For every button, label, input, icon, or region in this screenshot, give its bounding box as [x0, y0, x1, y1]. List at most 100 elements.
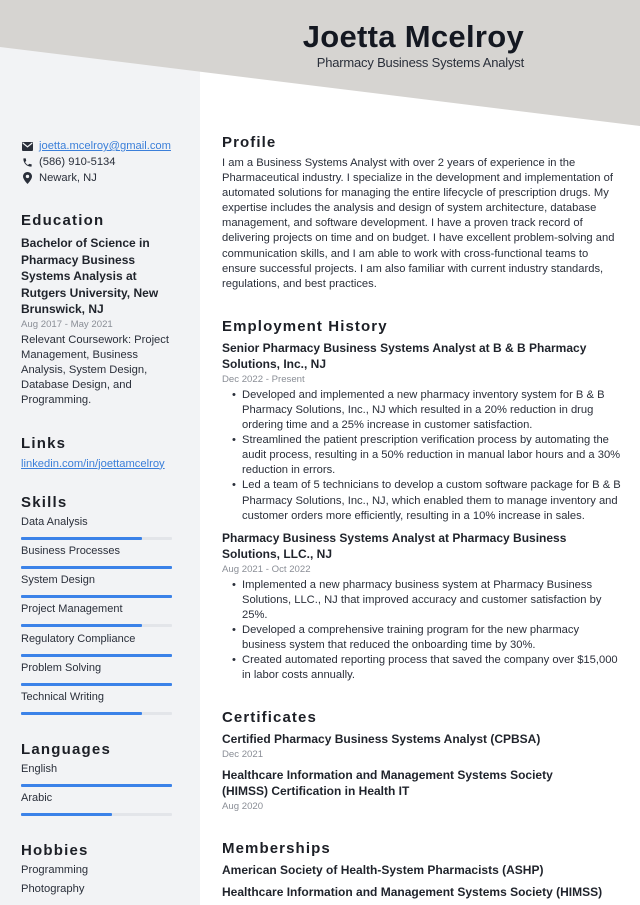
header: Joetta Mcelroy Pharmacy Business Systems… [303, 18, 524, 70]
skill-item: Business Processes [21, 544, 173, 573]
certificate-item: Certified Pharmacy Business Systems Anal… [222, 731, 622, 762]
language-item: English [21, 762, 173, 791]
certificate-date: Dec 2021 [222, 748, 264, 760]
job-bullet: Streamlined the patient prescription ver… [232, 433, 622, 478]
skill-item: Data Analysis [21, 515, 173, 544]
certificate-title: Healthcare Information and Management Sy… [222, 767, 553, 799]
skill-item: Problem Solving [21, 661, 173, 690]
education-section: Education Bachelor of Science in Pharmac… [21, 212, 173, 409]
skill-level-bar [21, 683, 172, 686]
skill-label: Technical Writing [21, 691, 104, 704]
skills-heading: Skills [21, 493, 68, 511]
membership-item: American Society of Health-System Pharma… [222, 862, 544, 877]
job-title: Pharmacy Business Systems Analyst at Pha… [222, 530, 567, 562]
skill-level-bar [21, 624, 172, 628]
languages-list: English Arabic [21, 762, 173, 821]
skill-level-bar [21, 595, 172, 599]
skill-level-fill [21, 565, 172, 569]
skill-level-bar [21, 536, 172, 540]
map-pin-icon [21, 172, 33, 184]
job-title: Senior Pharmacy Business Systems Analyst… [222, 340, 587, 372]
certificate-date: Aug 2020 [222, 800, 264, 812]
profile-text: I am a Business Systems Analyst with ove… [222, 157, 615, 290]
education-heading: Education [21, 212, 105, 229]
skill-label: Business Processes [21, 544, 121, 557]
main-content: Profile I am a Business Systems Analyst … [222, 134, 622, 905]
links-heading: Links [21, 434, 67, 452]
skill-level-fill [21, 712, 142, 716]
skill-label: Problem Solving [21, 662, 102, 674]
hobby-item: Photography [21, 883, 85, 896]
candidate-title: Pharmacy Business Systems Analyst [316, 55, 524, 70]
job-dates: Dec 2022 - Present [222, 373, 305, 385]
phone-icon [21, 156, 33, 168]
skill-item: Technical Writing [21, 690, 173, 719]
contact-location: Newark, NJ [21, 170, 173, 186]
education-dates: Aug 2017 - May 2021 [21, 318, 113, 330]
job-bullet: Developed a comprehensive training progr… [232, 623, 622, 653]
candidate-name: Joetta Mcelroy [302, 19, 524, 54]
contact-block: joetta.mcelroy@gmail.com (586) 910-5134 … [21, 138, 173, 186]
sidebar: joetta.mcelroy@gmail.com (586) 910-5134 … [21, 138, 173, 899]
languages-heading: Languages [21, 740, 111, 758]
envelope-icon [21, 140, 33, 152]
language-level-bar [21, 812, 172, 816]
job-dates: Aug 2021 - Oct 2022 [222, 563, 311, 575]
skills-list: Data Analysis Business Processes System De… [21, 515, 173, 720]
certificates-section: Certificates Certified Pharmacy Business… [222, 709, 622, 814]
hobbies-section: Hobbies Programming Photography [21, 842, 173, 899]
skill-item: Regulatory Compliance [21, 632, 173, 661]
membership-item: Healthcare Information and Management Sy… [222, 885, 603, 900]
profile-section: Profile I am a Business Systems Analyst … [222, 134, 622, 292]
linkedin-link[interactable]: linkedin.com/in/joettamcelroy [21, 458, 165, 470]
job-bullet: Created automated reporting process that… [232, 653, 622, 683]
job-bullets: Implemented a new pharmacy business syst… [232, 578, 622, 684]
location-text: Newark, NJ [39, 172, 97, 184]
job-entry: Pharmacy Business Systems Analyst at Pha… [222, 530, 622, 684]
phone-text: (586) 910-5134 [39, 156, 116, 168]
job-bullets: Developed and implemented a new pharmacy… [232, 388, 622, 524]
employment-section: Employment History Senior Pharmacy Busin… [222, 318, 622, 684]
skill-item: Project Management [21, 602, 173, 631]
job-bullet: Developed and implemented a new pharmacy… [232, 388, 622, 433]
skill-label: System Design [21, 574, 95, 587]
links-section: Links linkedin.com/in/joettamcelroy [21, 435, 173, 470]
language-level-fill [21, 812, 112, 816]
skill-level-fill [21, 683, 172, 686]
skill-label: Regulatory Compliance [21, 632, 136, 645]
languages-section: Languages English Arabic [21, 741, 173, 821]
skill-level-fill [21, 536, 142, 540]
education-description: Relevant Coursework: Project Management,… [21, 333, 169, 407]
email-link[interactable]: joetta.mcelroy@gmail.com [39, 140, 171, 152]
resume-page: Joetta Mcelroy Pharmacy Business Systems… [0, 0, 640, 905]
language-label: Arabic [21, 791, 53, 804]
skill-label: Data Analysis [21, 515, 88, 528]
hobbies-heading: Hobbies [21, 842, 89, 860]
skill-label: Project Management [21, 603, 123, 616]
hobby-item: Programming [21, 864, 89, 877]
skill-level-bar [21, 712, 172, 716]
skill-level-bar [21, 653, 172, 657]
contact-email: joetta.mcelroy@gmail.com [21, 138, 173, 154]
certificate-title: Certified Pharmacy Business Systems Anal… [222, 732, 541, 747]
language-item: Arabic [21, 791, 173, 820]
skill-level-fill [21, 595, 172, 599]
memberships-section: Memberships American Society of Health-S… [222, 840, 622, 901]
skill-item: System Design [21, 573, 173, 602]
job-bullet: Implemented a new pharmacy business syst… [232, 578, 622, 623]
memberships-heading: Memberships [222, 839, 331, 857]
skill-level-fill [21, 653, 172, 657]
profile-heading: Profile [222, 134, 277, 151]
contact-phone: (586) 910-5134 [21, 154, 173, 170]
certificate-item: Healthcare Information and Management Sy… [222, 767, 622, 814]
skill-level-fill [21, 624, 142, 628]
employment-heading: Employment History [222, 317, 388, 335]
job-bullet: Led a team of 5 technicians to develop a… [232, 478, 622, 523]
skills-section: Skills Data Analysis Business Processes Sy… [21, 494, 173, 720]
skill-level-bar [21, 565, 172, 569]
language-label: English [21, 762, 58, 775]
job-entry: Senior Pharmacy Business Systems Analyst… [222, 340, 622, 524]
education-degree: Bachelor of Science in Pharmacy Business… [21, 236, 159, 316]
certificates-heading: Certificates [222, 709, 317, 727]
language-level-fill [21, 783, 172, 787]
